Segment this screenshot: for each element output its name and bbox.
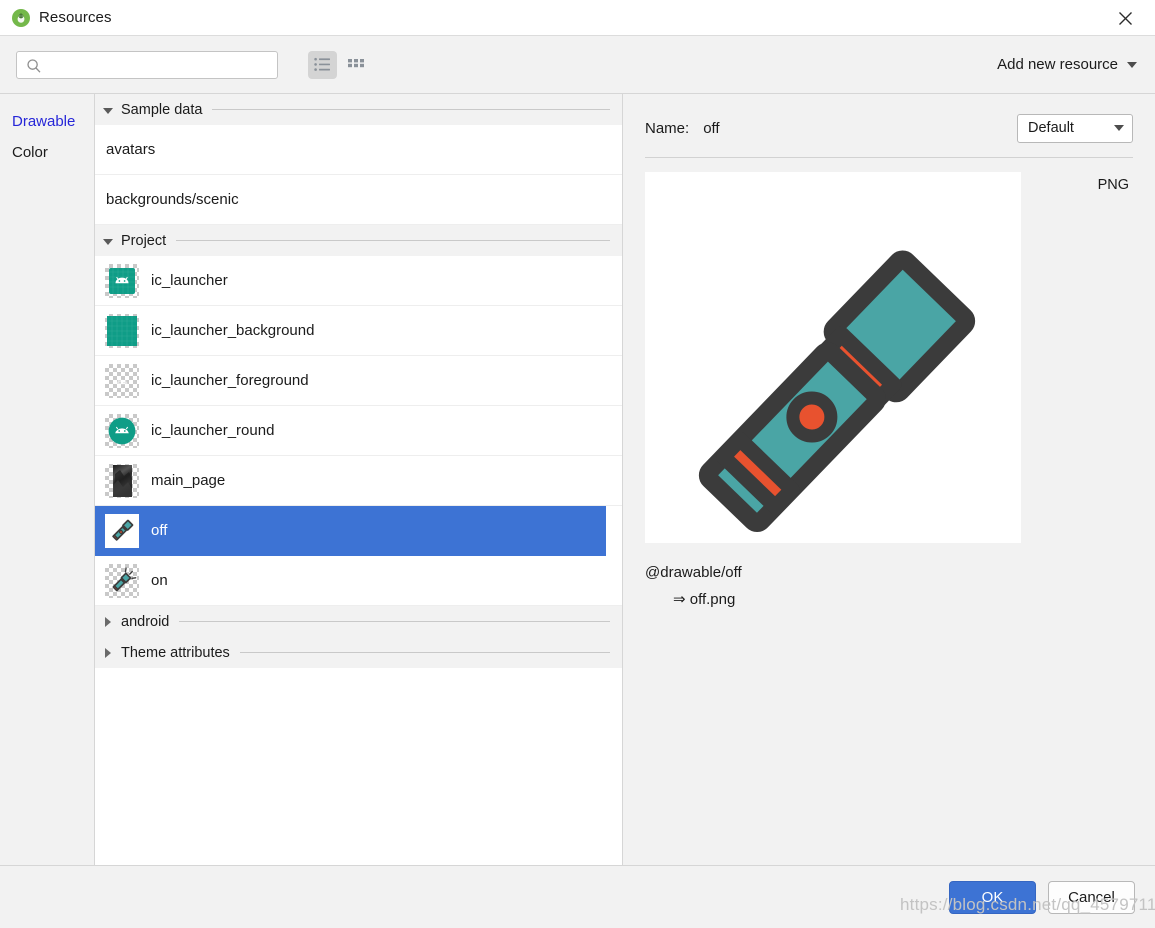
group-label: Sample data — [121, 101, 203, 118]
chevron-down-icon — [1127, 61, 1137, 68]
chevron-down-icon — [103, 238, 113, 245]
add-new-resource-label: Add new resource — [997, 56, 1118, 73]
search-box[interactable] — [16, 50, 278, 79]
flashlight-off-icon — [105, 513, 139, 548]
sidebar-item-label: Drawable — [12, 113, 76, 130]
flashlight-on-icon — [105, 563, 139, 598]
sidebar-item-label: Color — [12, 144, 48, 161]
list-item-label: ic_launcher — [151, 272, 228, 289]
android-faint-icon — [105, 363, 139, 398]
title-bar: Resources — [0, 0, 1155, 35]
grid-view-icon[interactable] — [341, 51, 370, 79]
name-value: off — [703, 119, 720, 137]
resource-file: ⇒ off.png — [673, 591, 736, 608]
resource-reference: @drawable/off — [645, 564, 742, 581]
ok-button-label: OK — [981, 888, 1004, 906]
name-label: Name: — [645, 119, 690, 137]
resource-preview — [645, 172, 1021, 543]
cancel-button-label: Cancel — [1068, 888, 1115, 906]
sidebar-item-color[interactable]: Color — [0, 137, 94, 168]
list-view-icon[interactable] — [308, 50, 337, 79]
configuration-select[interactable]: Default — [1017, 113, 1133, 143]
search-input[interactable] — [47, 56, 266, 73]
list-item-label: on — [151, 572, 168, 589]
close-icon[interactable] — [1113, 6, 1137, 30]
view-toggle-group — [308, 50, 370, 79]
list-item-label: main_page — [151, 472, 226, 489]
window-title: Resources — [39, 9, 112, 26]
search-icon — [26, 58, 42, 74]
group-header-sample-data[interactable]: Sample data — [95, 94, 622, 125]
list-item-main-page[interactable]: main_page — [95, 456, 622, 506]
group-label: Project — [121, 232, 167, 249]
photo-dark-icon — [105, 463, 139, 498]
detail-divider — [645, 157, 1133, 158]
chevron-down-icon — [1114, 125, 1124, 131]
chevron-down-icon — [103, 107, 113, 114]
flashlight-off-icon — [698, 250, 976, 533]
list-item-off[interactable]: off — [95, 506, 606, 556]
list-item-label: ic_launcher_background — [151, 322, 315, 339]
list-item-label: off — [151, 522, 168, 539]
dialog-body: Drawable Color Sample data avatars backg… — [0, 94, 1155, 865]
chevron-right-icon — [105, 647, 111, 658]
cancel-button[interactable]: Cancel — [1048, 880, 1135, 914]
list-item-on[interactable]: on — [95, 556, 622, 606]
group-divider — [179, 621, 610, 622]
sidebar-item-drawable[interactable]: Drawable — [0, 106, 94, 137]
resources-dialog: Resources Add new resource Drawable Colo… — [0, 0, 1155, 928]
group-divider — [176, 240, 610, 241]
resource-list[interactable]: Sample data avatars backgrounds/scenic P… — [95, 94, 623, 865]
add-new-resource-button[interactable]: Add new resource — [997, 56, 1139, 73]
group-divider — [239, 652, 610, 653]
android-square-icon — [105, 263, 139, 298]
dialog-footer: OK Cancel https://blog.csdn.net/qq_45797… — [0, 865, 1155, 928]
detail-panel: Name: off Default PNG @drawable/off ⇒ of… — [623, 94, 1155, 865]
list-item-label: backgrounds/scenic — [106, 191, 239, 208]
list-item-ic-launcher-background[interactable]: ic_launcher_background — [95, 306, 622, 356]
list-item-ic-launcher[interactable]: ic_launcher — [95, 256, 622, 306]
group-divider — [212, 109, 610, 110]
group-label: android — [121, 613, 170, 630]
list-item-avatars[interactable]: avatars — [95, 125, 622, 175]
format-label: PNG — [1097, 177, 1129, 193]
list-item-label: ic_launcher_foreground — [151, 372, 309, 389]
list-item-label: ic_launcher_round — [151, 422, 275, 439]
category-sidebar: Drawable Color — [0, 94, 95, 865]
group-label: Theme attributes — [121, 644, 230, 661]
teal-square-icon — [105, 313, 139, 348]
configuration-select-value: Default — [1028, 120, 1074, 136]
detail-header: Name: off Default — [645, 112, 1133, 144]
list-item-ic-launcher-foreground[interactable]: ic_launcher_foreground — [95, 356, 622, 406]
toolbar: Add new resource — [0, 35, 1155, 94]
list-item-ic-launcher-round[interactable]: ic_launcher_round — [95, 406, 622, 456]
preview-row: PNG — [645, 172, 1133, 543]
android-studio-icon — [12, 8, 30, 27]
group-header-android[interactable]: android — [95, 606, 622, 637]
ok-button[interactable]: OK — [949, 880, 1036, 914]
list-item-backgrounds-scenic[interactable]: backgrounds/scenic — [95, 175, 622, 225]
group-header-theme-attributes[interactable]: Theme attributes — [95, 637, 622, 668]
list-item-label: avatars — [106, 141, 156, 158]
android-round-icon — [105, 413, 139, 448]
group-header-project[interactable]: Project — [95, 225, 622, 256]
chevron-right-icon — [105, 616, 111, 627]
